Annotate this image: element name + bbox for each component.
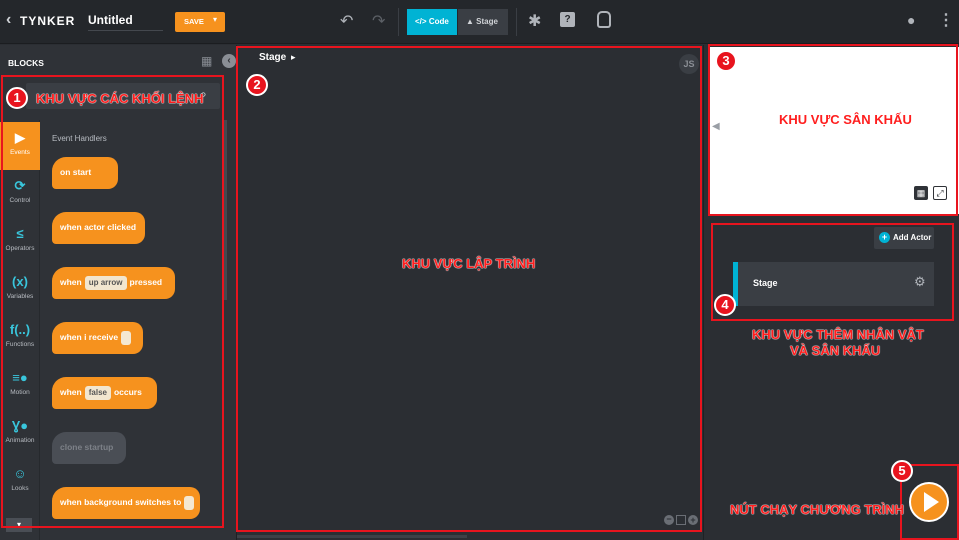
horizontal-scrollbar[interactable] (237, 535, 467, 538)
code-icon: </> (415, 17, 427, 26)
collapse-sidebar-button[interactable]: ‹ (222, 54, 236, 68)
annotation-run-button: NÚT CHẠY CHƯƠNG TRÌNH (730, 502, 905, 517)
divider (398, 8, 399, 36)
annotation-actors-area-line1: KHU VỰC THÊM NHÂN VẬT (752, 327, 924, 342)
tab-stage[interactable]: ▲ Stage (458, 9, 508, 35)
more-vertical-icon[interactable]: ⋮ (938, 10, 954, 30)
badge-3: 3 (715, 50, 737, 72)
annotation-workspace-area: KHU VỰC LẬP TRÌNH (402, 256, 536, 271)
chevron-down-icon[interactable]: ▾ (213, 15, 217, 24)
save-label: SAVE (184, 17, 204, 26)
undo-icon[interactable]: ↶ (340, 11, 353, 31)
annotation-box-stage (708, 44, 958, 216)
help-icon[interactable]: ? (560, 12, 575, 27)
tab-stage-label: Stage (476, 17, 498, 26)
user-icon[interactable]: ● (907, 12, 915, 28)
project-title[interactable]: Untitled (88, 13, 133, 27)
bug-icon[interactable]: ✱ (528, 11, 541, 31)
annotation-box-actors (711, 223, 954, 321)
annotation-box-blocks (1, 75, 224, 528)
annotation-blocks-area: KHU VỰC CÁC KHỐI LỆNH (36, 91, 204, 106)
badge-5: 5 (891, 460, 913, 482)
redo-icon[interactable]: ↷ (372, 11, 385, 31)
annotation-actors-area-line2: VÀ SÂN KHẤU (790, 343, 881, 358)
top-bar: ‹ TYNKER Untitled SAVE ▾ ↶ ↷ </> Code ▲ … (0, 0, 959, 44)
save-button[interactable]: SAVE ▾ (175, 12, 225, 32)
badge-1: 1 (6, 87, 28, 109)
badge-2: 2 (246, 74, 268, 96)
tynker-logo[interactable]: TYNKER (20, 14, 75, 28)
title-underline (88, 30, 163, 31)
mountain-icon: ▲ (466, 17, 474, 26)
sidebar-title: BLOCKS (8, 58, 44, 68)
divider (516, 8, 517, 36)
badge-4: 4 (714, 294, 736, 316)
annotation-box-workspace (236, 46, 702, 532)
annotation-stage-area: KHU VỰC SÂN KHẤU (779, 112, 912, 127)
tab-code-label: Code (428, 17, 449, 26)
backpack-icon[interactable] (597, 11, 611, 28)
tab-code[interactable]: </> Code (407, 9, 457, 35)
map-icon[interactable]: ▦ (201, 54, 212, 68)
palette-scrollbar[interactable] (224, 120, 227, 300)
back-icon[interactable]: ‹ (6, 11, 11, 29)
